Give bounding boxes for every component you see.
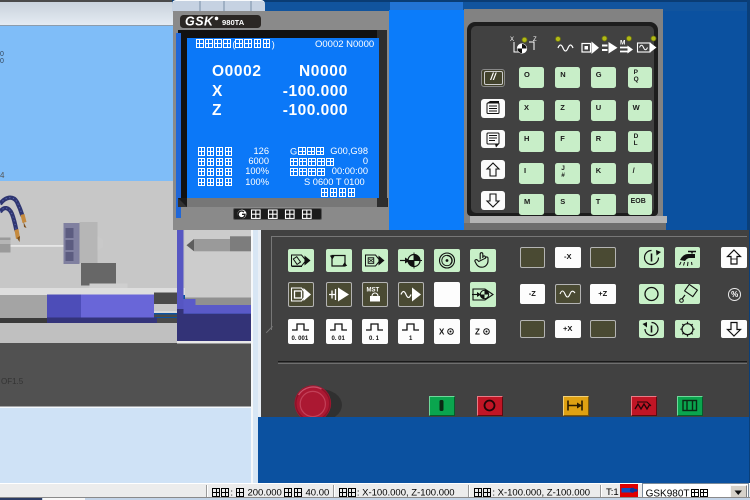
svg-text:Z: Z xyxy=(475,327,480,336)
svg-text:OF1.5: OF1.5 xyxy=(1,377,24,386)
svg-text:0. 01: 0. 01 xyxy=(332,336,346,342)
svg-text:0. 001: 0. 001 xyxy=(292,336,309,342)
svg-text:X: X xyxy=(439,327,445,336)
svg-text:1: 1 xyxy=(409,336,413,342)
svg-text:Z: Z xyxy=(533,37,537,43)
svg-text:980TA: 980TA xyxy=(222,18,245,27)
svg-text:M: M xyxy=(620,40,625,47)
svg-text:0. 1: 0. 1 xyxy=(369,336,380,342)
svg-text:0: 0 xyxy=(0,51,4,58)
svg-text:MST: MST xyxy=(367,288,380,294)
svg-text:4: 4 xyxy=(0,171,5,180)
svg-text:X: X xyxy=(510,37,514,43)
svg-text:GSK: GSK xyxy=(185,15,214,28)
svg-text:0: 0 xyxy=(0,58,4,65)
